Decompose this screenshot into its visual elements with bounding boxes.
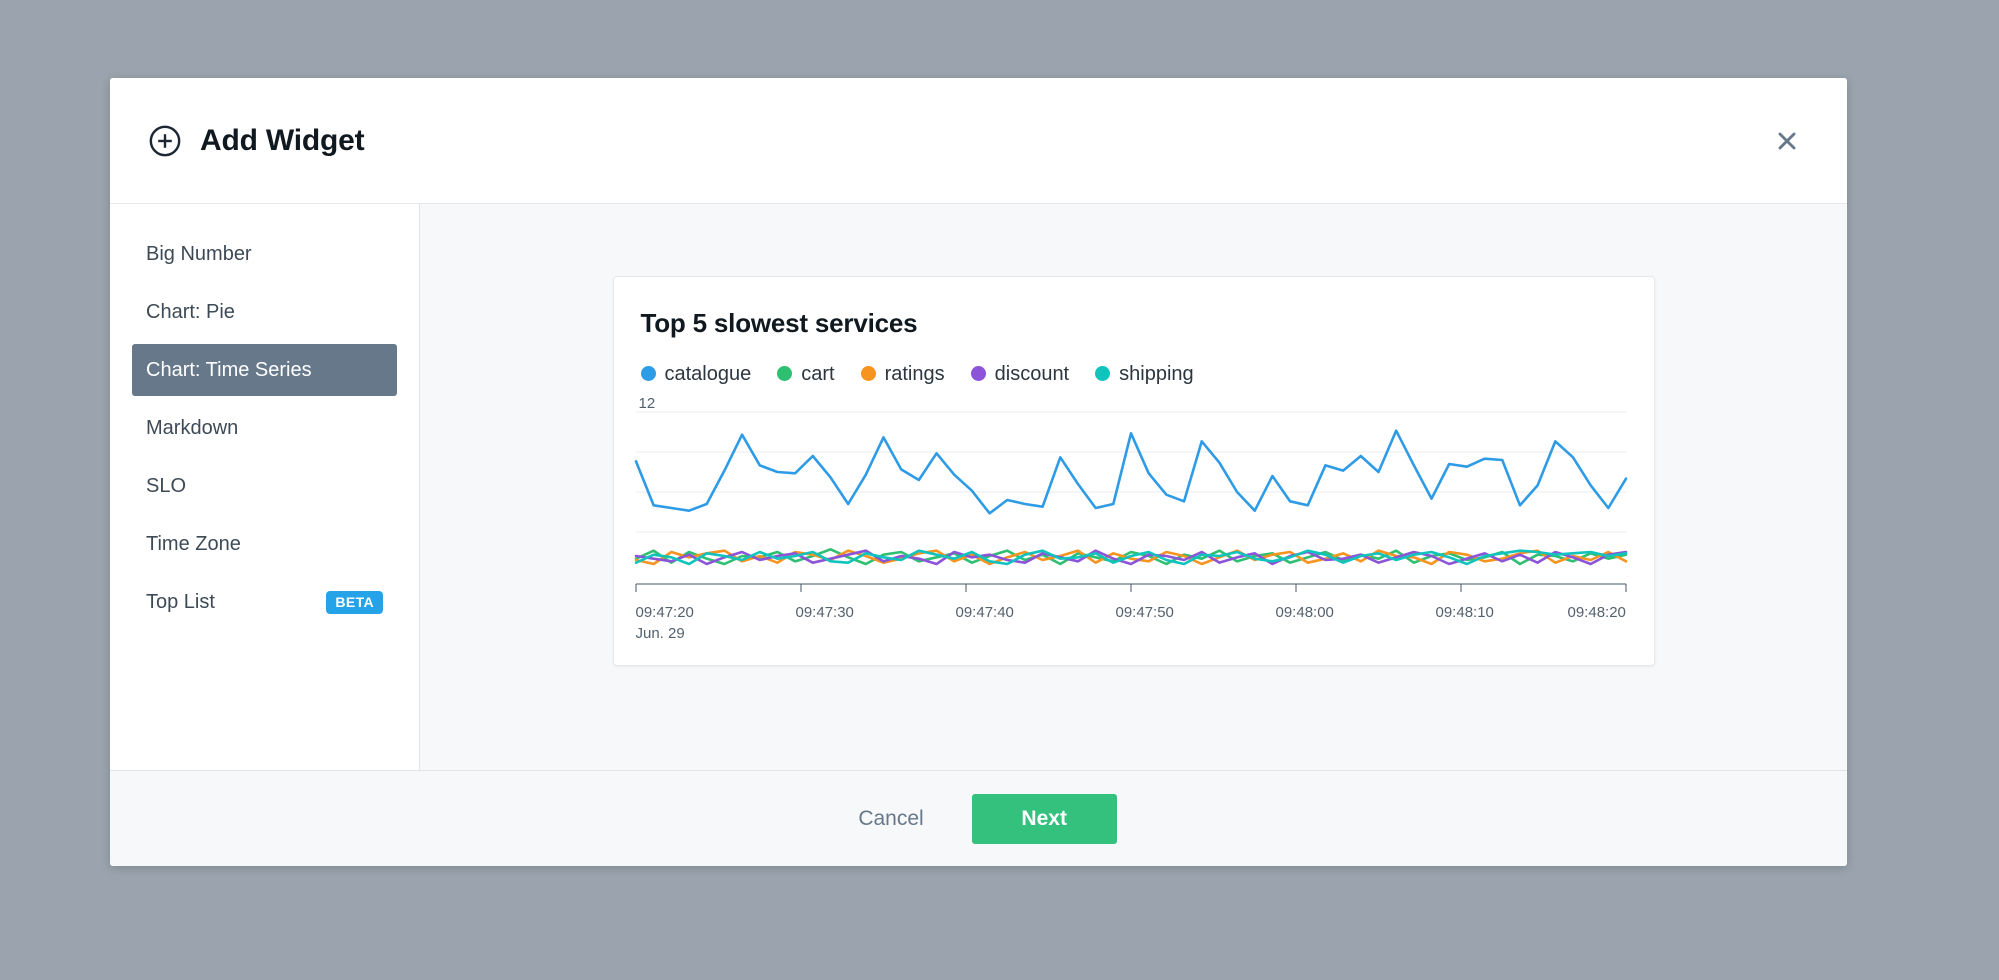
x-axis-tick-3: 09:47:50: [1116, 602, 1174, 624]
close-button[interactable]: [1767, 121, 1807, 161]
sidebar-item-chart-time-series[interactable]: Chart: Time Series: [132, 344, 397, 396]
beta-badge: BETA: [326, 591, 383, 614]
x-axis-tick-2: 09:47:40: [956, 602, 1014, 624]
legend-label: catalogue: [665, 364, 752, 384]
x-axis-tick-5: 09:48:10: [1436, 602, 1494, 624]
legend-color-dot: [861, 366, 876, 381]
sidebar-item-label: Chart: Time Series: [146, 360, 312, 380]
sidebar-item-slo[interactable]: SLO: [132, 460, 397, 512]
series-line-catalogue: [636, 430, 1626, 513]
widget-preview-pane: Top 5 slowest services catalogue cart ra…: [420, 204, 1847, 770]
widget-type-sidebar: Big Number Chart: Pie Chart: Time Series…: [110, 204, 420, 770]
sidebar-item-label: SLO: [146, 476, 186, 496]
legend-label: ratings: [885, 364, 945, 384]
legend-entry-shipping[interactable]: shipping: [1095, 364, 1194, 384]
sidebar-item-time-zone[interactable]: Time Zone: [132, 518, 397, 570]
modal-footer: Cancel Next: [110, 770, 1847, 866]
y-axis-tick-label: 12: [639, 396, 656, 411]
x-axis-tick-1: 09:47:30: [796, 602, 854, 624]
next-button[interactable]: Next: [972, 794, 1117, 844]
legend-entry-catalogue[interactable]: catalogue: [641, 364, 752, 384]
plus-circle-icon: [148, 124, 182, 158]
legend-color-dot: [777, 366, 792, 381]
sidebar-item-markdown[interactable]: Markdown: [132, 402, 397, 454]
modal-body: Big Number Chart: Pie Chart: Time Series…: [110, 203, 1847, 770]
sidebar-item-label: Top List: [146, 592, 215, 612]
modal-header-left: Add Widget: [148, 124, 364, 158]
x-axis-date-label: Jun. 29: [636, 623, 694, 645]
x-axis-tick-labels: 09:47:20 Jun. 29 09:47:30 09:47:40 09:47…: [636, 602, 1626, 642]
legend-entry-ratings[interactable]: ratings: [861, 364, 945, 384]
cancel-button[interactable]: Cancel: [840, 797, 941, 841]
legend-entry-cart[interactable]: cart: [777, 364, 834, 384]
page-title: Add Widget: [200, 126, 364, 156]
sidebar-item-big-number[interactable]: Big Number: [132, 228, 397, 280]
chart-preview-card: Top 5 slowest services catalogue cart ra…: [613, 276, 1655, 666]
x-axis-tick-6: 09:48:20: [1568, 602, 1626, 624]
legend-label: cart: [801, 364, 834, 384]
x-axis-tick-4: 09:48:00: [1276, 602, 1334, 624]
add-widget-modal: Add Widget Big Number Chart: Pie Chart: …: [110, 78, 1847, 866]
sidebar-item-chart-pie[interactable]: Chart: Pie: [132, 286, 397, 338]
chart-title: Top 5 slowest services: [641, 309, 1626, 338]
legend-color-dot: [641, 366, 656, 381]
time-series-chart: [636, 412, 1626, 598]
sidebar-item-label: Chart: Pie: [146, 302, 235, 322]
legend-color-dot: [971, 366, 986, 381]
legend-entry-discount[interactable]: discount: [971, 364, 1070, 384]
sidebar-item-label: Big Number: [146, 244, 252, 264]
chart-plot-area: 12 09:47:20 Jun. 29 09:47:30 09:47:40 09…: [636, 396, 1626, 653]
sidebar-item-label: Markdown: [146, 418, 238, 438]
legend-color-dot: [1095, 366, 1110, 381]
x-axis-tick-0: 09:47:20 Jun. 29: [636, 602, 694, 646]
legend-label: shipping: [1119, 364, 1194, 384]
legend-label: discount: [995, 364, 1070, 384]
close-icon: [1774, 128, 1800, 154]
chart-legend: catalogue cart ratings discount: [641, 364, 1626, 384]
sidebar-item-label: Time Zone: [146, 534, 241, 554]
modal-header: Add Widget: [110, 78, 1847, 203]
x-axis-tick-time: 09:47:20: [636, 604, 694, 621]
sidebar-item-top-list[interactable]: Top List BETA: [132, 576, 397, 628]
